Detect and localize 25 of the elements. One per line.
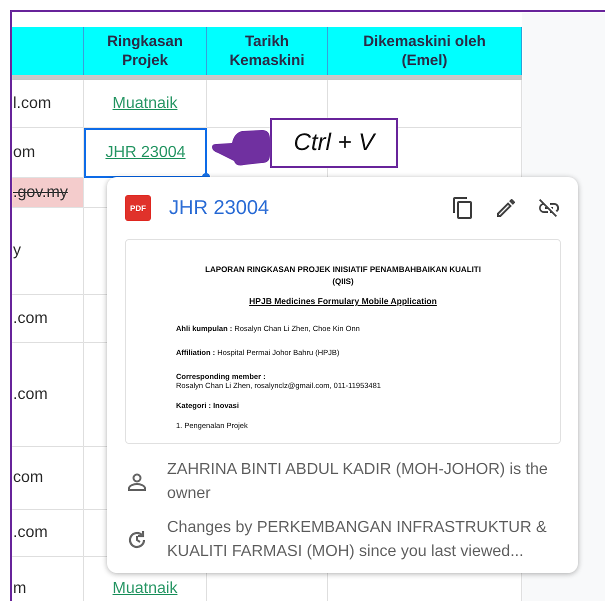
table-cell: .com [12,343,84,447]
column-header: Dikemaskini oleh (Emel) [328,27,522,75]
table-cell: m [12,557,84,601]
header-cell [12,27,84,75]
table-cell: .gov.my [12,178,84,208]
table-cell: y [12,208,84,295]
table-cell: l.com [12,80,84,128]
document-subtitle: HPJB Medicines Formulary Mobile Application [248,296,438,306]
pdf-icon: PDF [125,195,151,221]
column-header: Tarikh Kemaskini [207,27,328,75]
table-cell: .com [12,295,84,343]
copy-icon[interactable] [451,196,475,220]
detail-text: ZAHRINA BINTI ABDUL KADIR (MOH-JOHOR) is the owner [167,460,549,504]
table-cell: .com [12,510,84,557]
file-link[interactable]: Muatnaik [112,580,178,598]
column-header: Ringkasan Projek [84,27,207,75]
file-link[interactable]: Muatnaik [112,94,178,112]
file-title-link[interactable]: JHR 23004 [169,196,432,220]
table-cell: com [12,447,84,510]
unlink-icon[interactable] [537,196,561,220]
file-link[interactable]: JHR 23004 [105,144,186,162]
shortcut-callout: Ctrl + V [270,118,398,168]
document-heading: LAPORAN RINGKASAN PROJEK INISIATIF PENAMBAHBAIKAN KUALITI (QIIS) [204,264,482,288]
table-cell[interactable]: Muatnaik [84,80,207,128]
edit-icon[interactable] [494,196,518,220]
